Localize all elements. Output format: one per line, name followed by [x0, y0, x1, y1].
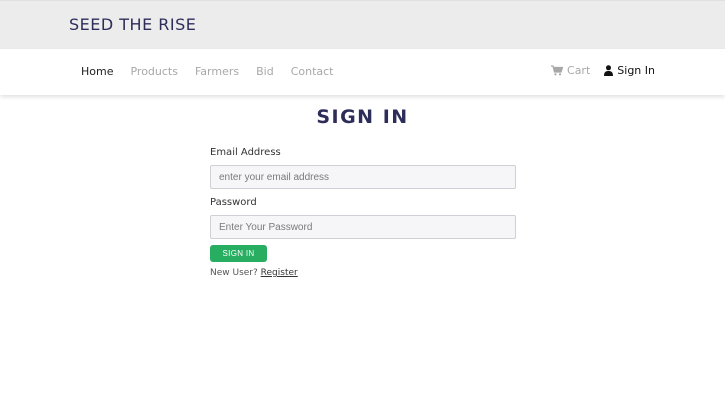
nav-item-contact[interactable]: Contact: [291, 65, 334, 78]
password-label: Password: [210, 197, 257, 208]
email-field[interactable]: [210, 165, 516, 189]
email-label: Email Address: [210, 147, 281, 158]
nav-links: Home Products Farmers Bid Contact: [81, 65, 351, 78]
nav-item-products[interactable]: Products: [130, 65, 178, 78]
shopping-cart-icon: [551, 65, 564, 76]
nav-item-bid[interactable]: Bid: [256, 65, 274, 78]
brand-logo-text[interactable]: SEED THE RISE: [69, 15, 196, 34]
signin-form: Email Address Password SIGN IN New User?…: [210, 147, 516, 278]
new-user-text: New User?: [210, 268, 258, 278]
page-title: SIGN IN: [316, 106, 409, 128]
password-field[interactable]: [210, 215, 516, 239]
user-icon: [604, 65, 614, 76]
nav-item-farmers[interactable]: Farmers: [195, 65, 239, 78]
top-banner: SEED THE RISE: [0, 0, 725, 49]
cart-label: Cart: [567, 64, 591, 77]
nav-item-home[interactable]: Home: [81, 65, 113, 78]
signin-label: Sign In: [617, 64, 655, 77]
main-navbar: Home Products Farmers Bid Contact Cart S…: [0, 49, 725, 95]
cart-link[interactable]: Cart: [551, 64, 590, 77]
signin-button[interactable]: SIGN IN: [210, 245, 267, 262]
nav-actions: Cart Sign In: [551, 64, 655, 77]
register-link[interactable]: Register: [261, 268, 298, 278]
nav-signin-link[interactable]: Sign In: [604, 64, 655, 77]
register-row: New User? Register: [210, 268, 516, 278]
